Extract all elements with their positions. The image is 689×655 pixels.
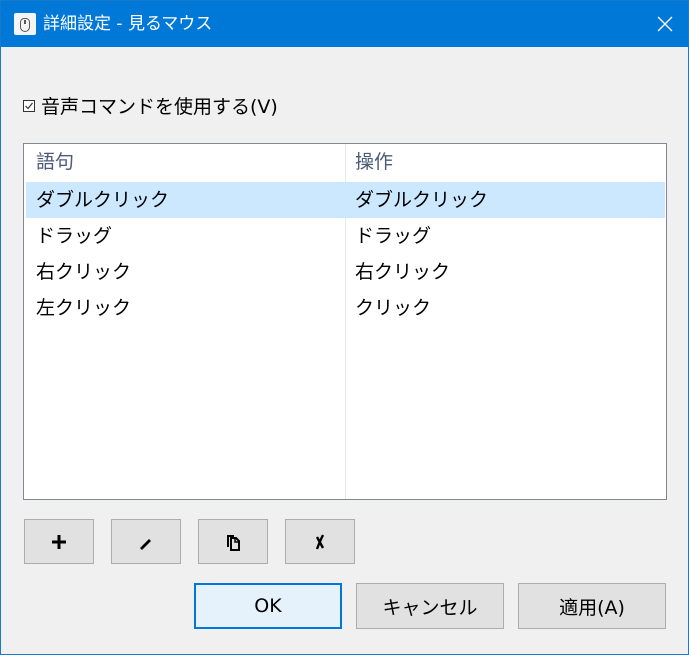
phrase-cell: ドラッグ [36,225,113,247]
close-button[interactable] [642,1,688,47]
action-cell: ダブルクリック [355,189,489,211]
action-cell: ドラッグ [355,225,432,247]
action-cell: 右クリック [355,261,451,283]
ok-button[interactable]: OK [194,583,342,629]
pencil-icon [140,538,151,550]
table-row[interactable]: ダブルクリック ダブルクリック [26,182,665,218]
table-row[interactable]: 右クリック 右クリック [26,254,665,290]
action-cell: クリック [355,297,432,319]
mouse-icon [14,13,36,35]
copy-icon [227,534,240,551]
apply-button[interactable]: 適用(A) [518,583,666,629]
window-title: 詳細設定 - 見るマウス [43,14,213,34]
voice-command-label[interactable]: 音声コマンドを使用する(V) [41,92,278,119]
column-header-phrase[interactable]: 語句 [36,144,74,180]
copy-button[interactable] [198,519,268,564]
edit-button[interactable] [111,519,181,564]
command-list[interactable]: 語句 操作 ダブルクリック ダブルクリック ドラッグ ドラッグ 右クリック 右ク… [23,143,667,500]
add-button[interactable] [24,519,94,564]
plus-icon [52,534,66,549]
close-icon [657,16,673,32]
checkmark-icon [25,102,33,110]
table-row[interactable]: 左クリック クリック [26,290,665,326]
phrase-cell: ダブルクリック [36,189,170,211]
title-bar[interactable]: 詳細設定 - 見るマウス [1,1,688,47]
phrase-cell: 右クリック [36,261,132,283]
x-icon [315,533,325,549]
phrase-cell: 左クリック [36,297,132,319]
cancel-button[interactable]: キャンセル [356,583,504,629]
voice-command-checkbox[interactable] [23,100,35,112]
table-row[interactable]: ドラッグ ドラッグ [26,218,665,254]
column-header-action[interactable]: 操作 [355,144,393,180]
delete-button[interactable] [285,519,355,564]
dialog-window: 詳細設定 - 見るマウス 音声コマンドを使用する(V) 語句 操作 ダブルクリッ… [0,0,689,655]
voice-command-option[interactable]: 音声コマンドを使用する(V) [23,91,278,119]
